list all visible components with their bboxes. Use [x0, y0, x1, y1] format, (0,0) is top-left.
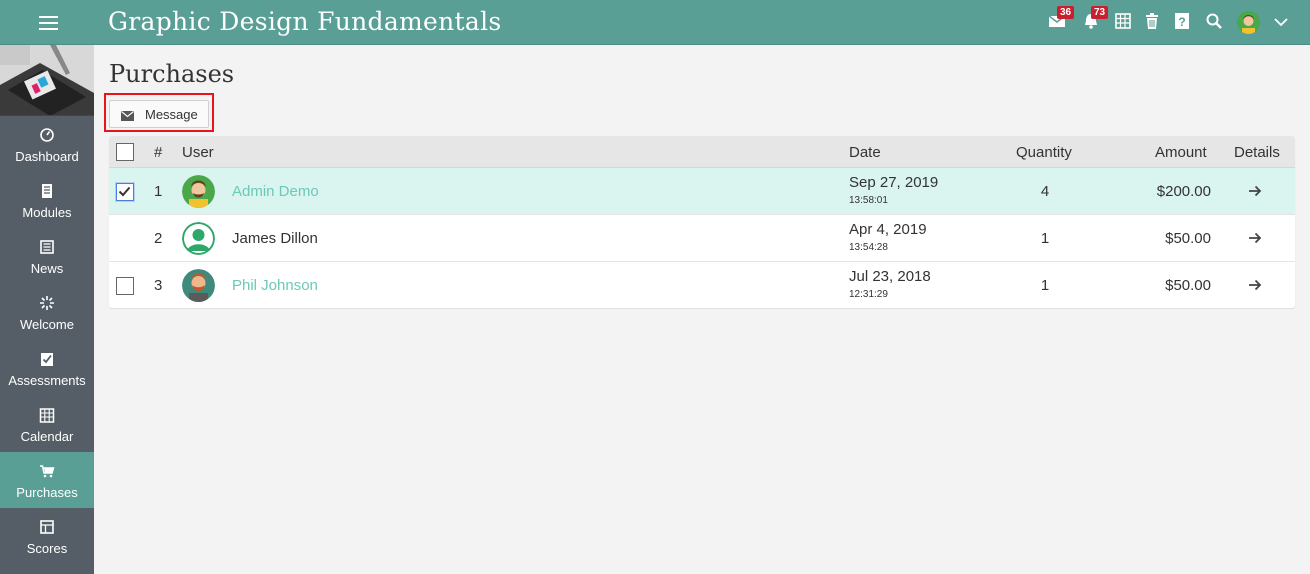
notifications-badge: 73 — [1091, 6, 1109, 19]
table-row[interactable]: 1 Admin Demo Sep 27, 2019 13:58:01 4 $20… — [109, 168, 1295, 215]
page-title: Purchases — [109, 60, 235, 88]
mail-badge: 36 — [1057, 6, 1075, 19]
help-icon[interactable]: ? — [1173, 12, 1195, 34]
sidebar-item-label: News — [30, 261, 64, 276]
dashboard-icon — [39, 127, 55, 143]
purchase-time: 13:58:01 — [849, 195, 888, 206]
course-thumbnail — [0, 45, 94, 116]
calendar-icon — [39, 407, 55, 423]
row-index: 3 — [154, 277, 163, 294]
sidebar-item-calendar[interactable]: Calendar — [0, 396, 94, 452]
purchase-amount: $200.00 — [1156, 183, 1211, 200]
user-avatar[interactable] — [1237, 11, 1260, 34]
sidebar-item-welcome[interactable]: Welcome — [0, 284, 94, 340]
sidebar-item-label: Assessments — [8, 373, 86, 388]
sidebar-item-label: Modules — [22, 205, 72, 220]
trash-icon[interactable] — [1143, 12, 1165, 34]
purchase-amount: $50.00 — [1165, 230, 1211, 247]
user-name-link[interactable]: Admin Demo — [232, 183, 319, 200]
sidebar-item-assessments[interactable]: Assessments — [0, 340, 94, 396]
sidebar-item-scores[interactable]: Scores — [0, 508, 94, 564]
cart-icon — [39, 463, 55, 479]
user-name: James Dillon — [232, 230, 318, 247]
table-row[interactable]: 2 James Dillon Apr 4, 2019 13:54:28 1 $5… — [109, 215, 1295, 262]
top-bar: Graphic Design Fundamentals 36 73 ? — [0, 0, 1310, 45]
avatar — [182, 175, 215, 208]
table-header: # User Date Quantity Amount Details — [109, 136, 1295, 168]
scores-icon — [39, 519, 55, 535]
column-header-amount[interactable]: Amount — [1155, 144, 1207, 161]
purchase-quantity: 1 — [1040, 230, 1050, 247]
table-row[interactable]: 3 Phil Johnson Jul 23, 2018 12:31:29 1 $… — [109, 262, 1295, 308]
purchase-date: Jul 23, 2018 — [849, 268, 931, 285]
purchases-table: # User Date Quantity Amount Details 1 Ad… — [109, 136, 1295, 308]
hamburger-menu-icon[interactable] — [30, 12, 66, 34]
chevron-down-icon[interactable] — [1273, 14, 1295, 36]
purchase-date: Apr 4, 2019 — [849, 221, 927, 238]
sidebar-item-label: Scores — [26, 541, 68, 556]
purchase-amount: $50.00 — [1165, 277, 1211, 294]
arrow-right-icon[interactable] — [1247, 183, 1263, 199]
row-checkbox[interactable] — [116, 183, 134, 201]
row-checkbox[interactable] — [116, 277, 134, 295]
calendar-grid-icon[interactable] — [1114, 12, 1136, 34]
avatar — [182, 269, 215, 302]
message-button-label: Message — [145, 107, 198, 122]
sidebar-item-modules[interactable]: Modules — [0, 172, 94, 228]
sidebar-item-dashboard[interactable]: Dashboard — [0, 116, 94, 172]
purchase-time: 13:54:28 — [849, 242, 888, 253]
sidebar-item-purchases[interactable]: Purchases — [0, 452, 94, 508]
purchase-time: 12:31:29 — [849, 289, 888, 300]
bell-icon[interactable]: 73 — [1082, 6, 1109, 34]
avatar — [182, 222, 215, 255]
arrow-right-icon[interactable] — [1247, 277, 1263, 293]
sidebar-item-label: Welcome — [20, 317, 74, 332]
welcome-icon — [39, 295, 55, 311]
sidebar-item-news[interactable]: News — [0, 228, 94, 284]
column-header-details: Details — [1234, 144, 1280, 161]
user-name-link[interactable]: Phil Johnson — [232, 277, 318, 294]
purchase-quantity: 1 — [1040, 277, 1050, 294]
search-icon[interactable] — [1205, 12, 1227, 34]
modules-icon — [39, 183, 55, 199]
mail-icon[interactable]: 36 — [1048, 6, 1075, 34]
column-header-quantity[interactable]: Quantity — [1016, 144, 1072, 161]
arrow-right-icon[interactable] — [1247, 230, 1263, 246]
news-icon — [39, 239, 55, 255]
assessments-icon — [39, 351, 55, 367]
column-header-index: # — [154, 144, 163, 161]
column-header-user[interactable]: User — [182, 144, 214, 161]
sidebar: Dashboard Modules News Welcome Assessmen… — [0, 45, 94, 574]
course-title: Graphic Design Fundamentals — [108, 7, 502, 36]
column-header-date[interactable]: Date — [849, 144, 881, 161]
sidebar-item-label: Calendar — [20, 429, 74, 444]
sidebar-item-label: Purchases — [16, 485, 78, 500]
row-index: 2 — [154, 230, 163, 247]
svg-text:?: ? — [1178, 15, 1185, 29]
envelope-icon — [121, 109, 134, 121]
row-index: 1 — [154, 183, 163, 200]
purchase-quantity: 4 — [1040, 183, 1050, 200]
sidebar-item-label: Dashboard — [15, 149, 79, 164]
message-button[interactable]: Message — [109, 100, 209, 128]
select-all-checkbox[interactable] — [116, 143, 134, 161]
purchase-date: Sep 27, 2019 — [849, 174, 939, 191]
